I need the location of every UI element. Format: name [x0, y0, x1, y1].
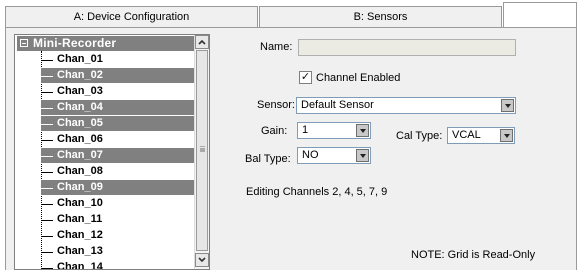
tree-item[interactable]: Chan_09: [41, 180, 195, 195]
tree-item-label: Chan_11: [57, 213, 103, 225]
tree-item-label: Chan_10: [57, 197, 103, 209]
sensor-value: Default Sensor: [301, 99, 374, 111]
tree-item-label: Chan_07: [55, 148, 106, 163]
tree-item[interactable]: Chan_13: [41, 244, 195, 259]
chevron-down-icon[interactable]: [356, 124, 369, 137]
tree-branch-line: [41, 140, 53, 141]
tree-scrollbar[interactable]: [194, 35, 209, 269]
grip-icon: [200, 146, 205, 148]
name-field[interactable]: [298, 39, 516, 56]
tree-branch-line: [41, 92, 53, 93]
tree-branch-line: [41, 204, 53, 205]
tree-item-label: Chan_05: [55, 116, 106, 131]
sensor-label: Sensor:: [257, 99, 295, 111]
tree-item[interactable]: Chan_05: [41, 116, 195, 131]
tree-item-label: Chan_02: [55, 68, 106, 83]
collapse-icon[interactable]: [20, 39, 28, 47]
tree-item[interactable]: Chan_11: [41, 212, 195, 227]
tree-branch-line: [41, 268, 53, 269]
tree-branch-line: [41, 220, 53, 221]
tree-item[interactable]: Chan_06: [41, 132, 195, 147]
sensor-select[interactable]: Default Sensor: [296, 97, 516, 114]
gain-value: 1: [302, 124, 309, 136]
tree-item[interactable]: Chan_08: [41, 164, 195, 179]
tree-branch-line: [41, 108, 53, 109]
tree-item[interactable]: Chan_07: [41, 148, 195, 163]
gain-select[interactable]: 1: [297, 122, 371, 139]
tree-item[interactable]: Chan_04: [41, 100, 195, 115]
chevron-up-icon: [198, 39, 206, 45]
tab-sensors[interactable]: B: Sensors: [259, 6, 502, 27]
tree-branch-line: [41, 124, 53, 125]
tab-device-configuration[interactable]: A: Device Configuration: [5, 6, 258, 27]
bal-type-value: NO: [302, 149, 319, 161]
chevron-down-icon[interactable]: [356, 149, 369, 162]
tree-branch-line: [41, 252, 53, 253]
note-text: NOTE: Grid is Read-Only: [411, 249, 536, 261]
tree-branch-line: [41, 188, 53, 189]
tab-active[interactable]: [503, 2, 577, 28]
tree-item-label: Chan_08: [57, 165, 103, 177]
tree-branch-line: [41, 156, 53, 157]
scroll-thumb[interactable]: [196, 50, 208, 251]
chevron-down-icon: [198, 257, 206, 263]
scroll-down-button[interactable]: [195, 253, 209, 267]
tree-branch-line: [41, 172, 53, 173]
gain-label: Gain:: [261, 125, 288, 137]
tab-bar: A: Device Configuration B: Sensors: [0, 0, 579, 28]
tree-item-label: Chan_03: [57, 85, 103, 97]
tree-item[interactable]: Chan_12: [41, 228, 195, 243]
tree-item-label: Chan_06: [57, 133, 103, 145]
tree-branch-line: [41, 236, 53, 237]
tree-item-label: Chan_04: [55, 100, 106, 115]
cal-type-select[interactable]: VCAL: [447, 127, 515, 144]
tree-root-label: Mini-Recorder: [33, 36, 117, 50]
bal-type-select[interactable]: NO: [297, 147, 371, 164]
tree-item[interactable]: Chan_02: [41, 68, 195, 83]
chevron-down-icon[interactable]: [501, 99, 514, 112]
channel-enabled-label: Channel Enabled: [316, 72, 401, 84]
tree-item-label: Chan_01: [57, 53, 103, 65]
tree-item-label: Chan_12: [57, 229, 103, 241]
tree-item[interactable]: Chan_03: [41, 84, 195, 99]
tree-branch-line: [41, 60, 53, 61]
tree-branch-line: [41, 76, 53, 77]
bal-type-label: Bal Type:: [245, 153, 291, 165]
tree-item[interactable]: Chan_01: [41, 52, 195, 67]
name-label: Name:: [260, 41, 293, 53]
tree-item-label: Chan_09: [55, 180, 106, 195]
tree-item-label: Chan_13: [57, 245, 103, 257]
channel-tree[interactable]: Mini-Recorder Chan_01 Chan_02 Chan_03 Chan_…: [14, 34, 210, 270]
tree-item[interactable]: Chan_10: [41, 196, 195, 211]
tree-root-node[interactable]: Mini-Recorder: [17, 36, 195, 51]
tree-item[interactable]: Chan_14: [41, 260, 195, 270]
cal-type-label: Cal Type:: [396, 130, 443, 142]
tree-item-label: Chan_14: [57, 261, 103, 270]
editing-channels-text: Editing Channels 2, 4, 5, 7, 9: [246, 186, 388, 198]
cal-type-value: VCAL: [452, 129, 481, 141]
scroll-up-button[interactable]: [195, 35, 209, 49]
chevron-down-icon[interactable]: [500, 129, 513, 142]
channel-enabled-checkbox[interactable]: ✓: [299, 71, 312, 84]
